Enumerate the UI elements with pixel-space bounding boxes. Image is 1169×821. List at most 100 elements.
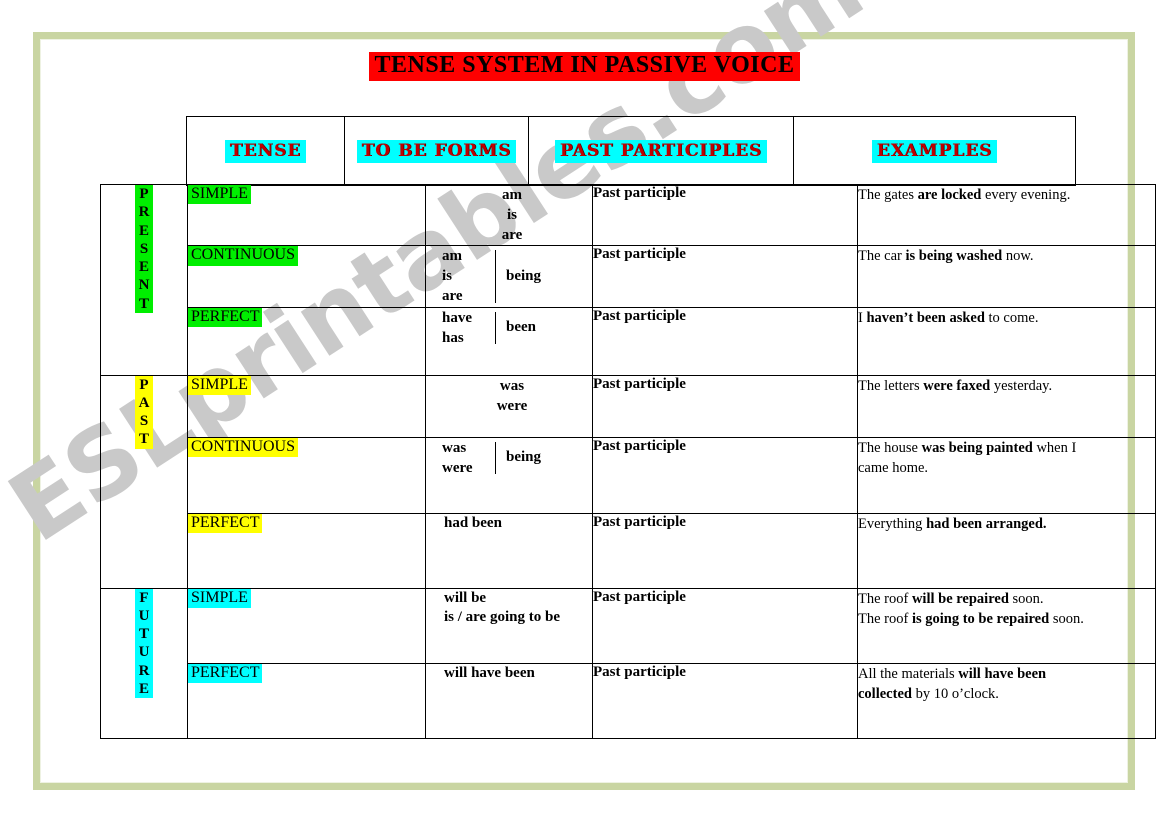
example-line: The car is being washed now. — [858, 246, 1155, 266]
example-line: All the materials will have been — [858, 664, 1155, 684]
tense-name-cell: SIMPLE — [187, 183, 426, 247]
example-cell: All the materials will have been collecte… — [857, 662, 1156, 739]
tense-name-label: PERFECT — [188, 663, 263, 683]
to-be-form: will have been — [444, 664, 535, 681]
past-participle-cell: Past participle — [592, 436, 858, 514]
example-text: Everything — [858, 515, 927, 532]
header-label-past-participles: PAST PARTICIPLES — [554, 139, 768, 163]
table-row: PERFECT have has been Past participle I haven… — [101, 306, 1156, 376]
example-text: The letters — [858, 377, 924, 394]
to-be-auxiliaries: have has — [442, 308, 495, 348]
to-be-forms-cell: am is are — [425, 183, 593, 247]
example-text: when I — [1032, 439, 1077, 456]
example-cell: The gates are locked every evening. — [857, 183, 1156, 247]
page-title-container: TENSE SYSTEM IN PASSIVE VOICE — [0, 52, 1169, 82]
example-text: The roof — [858, 590, 912, 607]
past-participle-cell: Past participle — [592, 587, 858, 664]
to-be-auxiliaries: was were — [442, 438, 495, 478]
vertical-letter: E — [138, 681, 149, 698]
to-be-participle-word: being — [506, 448, 542, 465]
example-text: to come. — [984, 309, 1039, 326]
to-be-form: have — [442, 309, 472, 326]
worksheet-page: ESLprintables.com TENSE SYSTEM IN PASSIV… — [0, 0, 1169, 821]
to-be-split-group: have has been — [426, 308, 592, 348]
to-be-form: are — [501, 227, 523, 244]
example-passive-verb: are locked — [917, 187, 982, 203]
vertical-letter-stack: PAST — [134, 375, 154, 449]
to-be-stack: will have been — [426, 664, 592, 684]
tense-name-cell: PERFECT — [187, 662, 426, 739]
page-title: TENSE SYSTEM IN PASSIVE VOICE — [368, 52, 801, 82]
example-text: now. — [1002, 248, 1034, 265]
example-line: The letters were faxed yesterday. — [858, 376, 1155, 396]
tense-name-cell: CONTINUOUS — [187, 436, 426, 514]
tense-table-area: TENSE TO BE FORMS PAST PARTICIPLES EXAMP… — [0, 0, 1169, 821]
to-be-forms-cell: have has been — [425, 306, 593, 376]
example-text: by 10 o’clock. — [911, 685, 999, 702]
to-be-form: were — [442, 459, 473, 476]
vertical-letter: U — [138, 607, 150, 624]
example-passive-verb: was being painted — [921, 439, 1033, 456]
header-cell-past-participles: PAST PARTICIPLES — [528, 116, 794, 186]
example-text: All the materials — [858, 665, 959, 682]
example-line: The roof is going to be repaired soon. — [858, 609, 1155, 629]
vertical-letter: N — [138, 277, 150, 294]
to-be-forms-cell: had been — [425, 512, 593, 589]
to-be-form: are — [442, 288, 463, 305]
example-text: yesterday. — [990, 377, 1053, 394]
vertical-letter: R — [138, 204, 150, 221]
example-passive-verb: is going to be repaired — [911, 610, 1050, 627]
tense-group-label-present: PRESENT — [100, 184, 188, 376]
to-be-form: were — [496, 397, 528, 414]
vertical-letter: P — [139, 376, 149, 393]
example-cell: Everything had been arranged. — [857, 512, 1156, 589]
tense-group-label-future: FUTURE — [100, 587, 188, 739]
example-passive-verb: will be repaired — [911, 590, 1009, 607]
table-row: P R E S E N T SIMPLE am is are Past participle The g… — [100, 183, 1156, 376]
vertical-letter: T — [138, 295, 149, 312]
to-be-form: am — [442, 248, 462, 265]
example-passive-verb: will have been — [958, 665, 1047, 682]
past-participle-cell: Past participle — [592, 374, 858, 438]
example-line: collected by 10 o’clock. — [858, 684, 1155, 704]
tense-table-body: P R E S E N T SIMPLE am is are Past participle The g… — [100, 183, 1156, 739]
example-line: came home. — [858, 458, 1155, 478]
to-be-auxiliaries: am is are — [442, 246, 495, 306]
to-be-forms-cell: am is are being — [425, 245, 593, 308]
to-be-split-group: am is are being — [426, 246, 592, 306]
vertical-letter: A — [138, 394, 150, 411]
example-cell: The roof will be repaired soon. The roof … — [857, 587, 1156, 664]
table-row: PERFECT had been Past participle Everything… — [101, 512, 1156, 589]
example-line: Everything had been arranged. — [858, 514, 1155, 534]
header-cell-tense: TENSE — [186, 116, 345, 186]
example-line: The gates are locked every evening. — [858, 185, 1155, 205]
to-be-form: has — [442, 329, 464, 346]
tense-name-label: PERFECT — [188, 307, 263, 327]
to-be-form: will be — [444, 589, 487, 606]
tense-name-cell: PERFECT — [187, 306, 426, 376]
to-be-forms-cell: was were — [425, 374, 593, 438]
vertical-letter: P — [139, 186, 149, 202]
table-row: CONTINUOUS am is are being Past participle The… — [101, 245, 1156, 308]
table-row: F U T U R E SIMPLE will be is / are going to be P… — [100, 587, 1156, 739]
vertical-letter: S — [139, 240, 149, 257]
past-participle-cell: Past participle — [592, 662, 858, 739]
tense-name-label: CONTINUOUS — [188, 246, 298, 266]
tense-name-cell: SIMPLE — [187, 587, 426, 664]
vertical-letter: R — [138, 662, 150, 679]
header-label-examples: EXAMPLES — [871, 139, 998, 163]
to-be-form: am — [502, 187, 522, 203]
example-cell: The car is being washed now. — [857, 245, 1156, 308]
to-be-stack: am is are — [426, 185, 592, 245]
vertical-letter: T — [138, 431, 149, 448]
example-text: came home. — [858, 459, 929, 476]
table-row: PERFECT will have been Past participle All … — [101, 662, 1156, 739]
past-participle-cell: Past participle — [592, 512, 858, 589]
example-passive-verb: haven’t been asked — [866, 309, 985, 326]
tense-name-label: PERFECT — [188, 513, 263, 533]
header-label-tense: TENSE — [224, 139, 307, 163]
table-row: CONTINUOUS was were being Past participle The… — [101, 436, 1156, 514]
to-be-participle-word: been — [506, 318, 536, 335]
vertical-letter: F — [139, 589, 149, 606]
vertical-letter: E — [138, 222, 149, 239]
